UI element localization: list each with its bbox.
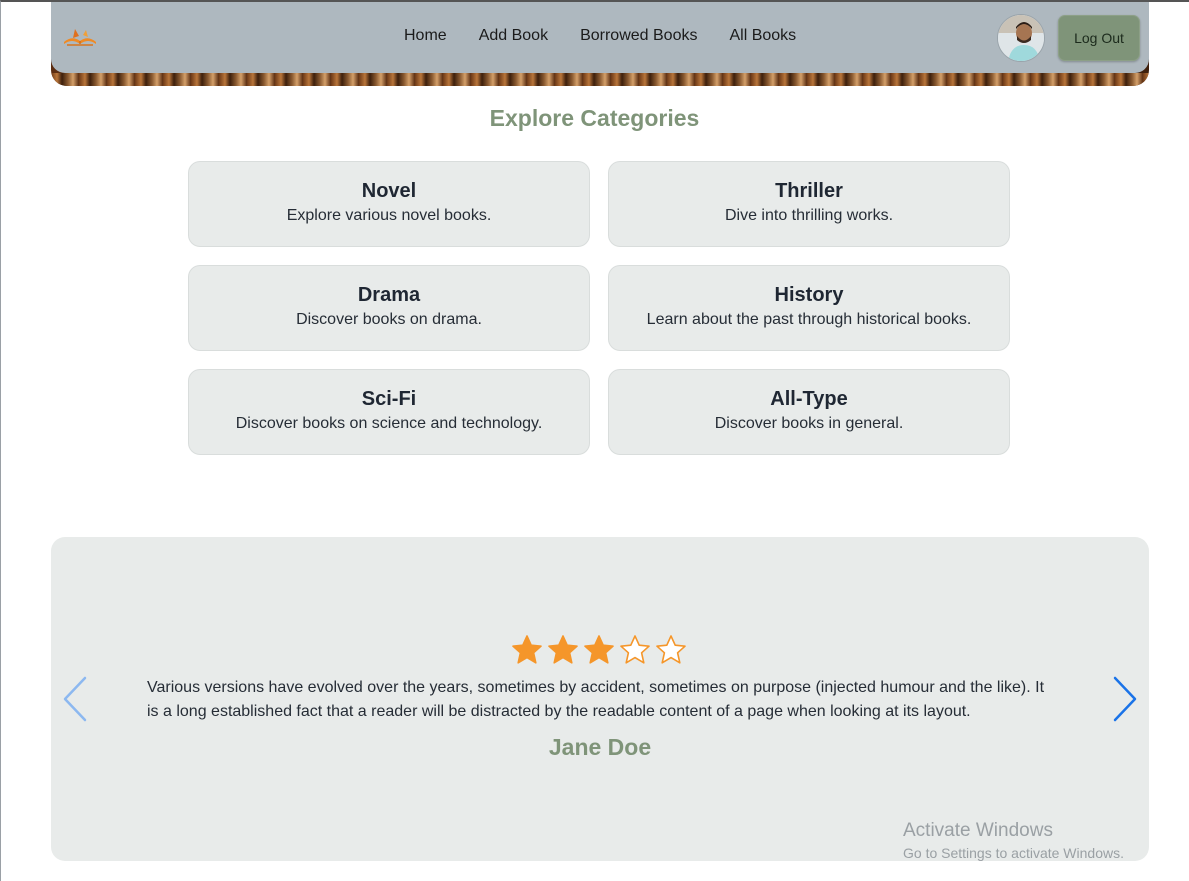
category-title: Thriller	[775, 180, 843, 202]
category-title: All-Type	[770, 388, 848, 410]
category-title: Sci-Fi	[361, 388, 417, 410]
category-description: Discover books on drama.	[296, 311, 482, 328]
testimonial-text: Various versions have evolved over the y…	[147, 679, 1045, 720]
user-avatar[interactable]	[997, 14, 1045, 62]
star-filled-icon	[548, 635, 578, 664]
category-description: Learn about the past through historical …	[646, 311, 972, 328]
category-card-sci-fi[interactable]: Sci-Fi Discover books on science and tec…	[188, 369, 590, 455]
book-logo-icon[interactable]	[61, 26, 99, 48]
star-filled-icon	[512, 635, 542, 664]
nav-all-books-link[interactable]: All Books	[713, 25, 812, 47]
category-description: Discover books in general.	[714, 415, 904, 432]
chevron-left-icon[interactable]	[61, 675, 89, 723]
category-description: Dive into thrilling works.	[724, 207, 894, 224]
nav-add-book-link[interactable]: Add Book	[463, 25, 564, 47]
nav-borrowed-books-link[interactable]: Borrowed Books	[564, 25, 713, 47]
navbar-bar: Home Add Book Borrowed Books All Books L…	[51, 2, 1149, 73]
category-card-all-type[interactable]: All-Type Discover books in general.	[608, 369, 1010, 455]
category-title: Novel	[361, 180, 417, 202]
category-card-history[interactable]: History Learn about the past through his…	[608, 265, 1010, 351]
star-rating	[511, 634, 687, 666]
category-title: Drama	[357, 284, 421, 306]
bookshelf-banner-strip	[51, 73, 1149, 86]
user-avatar-image	[998, 15, 1044, 61]
testimonial-slider: Various versions have evolved over the y…	[51, 537, 1149, 861]
category-card-novel[interactable]: Novel Explore various novel books.	[188, 161, 590, 247]
star-empty-icon	[656, 635, 686, 664]
nav-links: Home Add Book Borrowed Books All Books	[388, 25, 812, 47]
star-empty-icon	[620, 635, 650, 664]
category-card-thriller[interactable]: Thriller Dive into thrilling works.	[608, 161, 1010, 247]
category-description: Explore various novel books.	[286, 207, 492, 224]
category-card-drama[interactable]: Drama Discover books on drama.	[188, 265, 590, 351]
star-filled-icon	[584, 635, 614, 664]
categories-title: Explore Categories	[489, 105, 700, 131]
nav-home-link[interactable]: Home	[388, 25, 463, 47]
chevron-right-icon[interactable]	[1111, 675, 1139, 723]
navbar: Home Add Book Borrowed Books All Books L…	[51, 2, 1149, 86]
category-title: History	[774, 284, 844, 306]
logout-button[interactable]: Log Out	[1058, 15, 1140, 61]
category-description: Discover books on science and technology…	[235, 415, 543, 432]
testimonial-author: Jane Doe	[548, 734, 652, 760]
